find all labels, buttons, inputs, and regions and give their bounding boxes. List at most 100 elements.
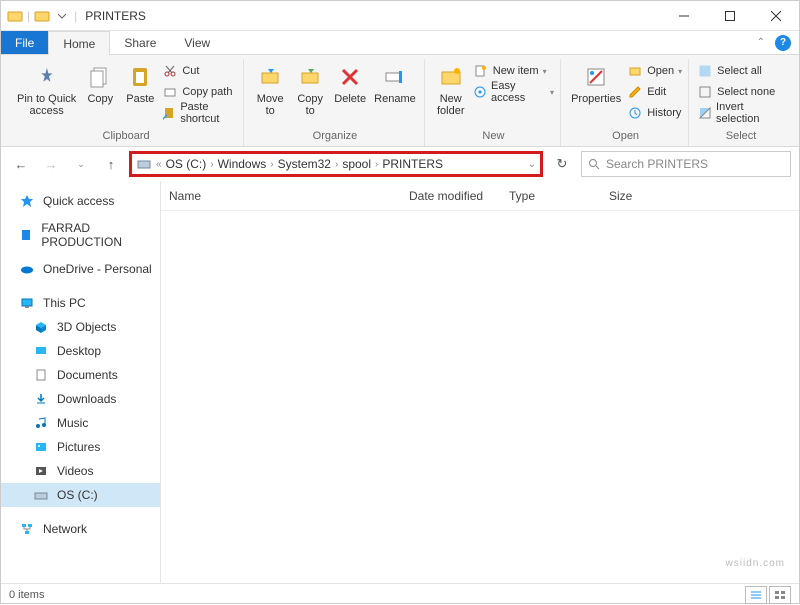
refresh-button[interactable]: ↻ xyxy=(549,151,575,177)
help-icon[interactable]: ? xyxy=(775,35,791,51)
sidebar-quick-access[interactable]: Quick access xyxy=(1,189,160,213)
select-group-label: Select xyxy=(697,128,785,144)
file-list-empty xyxy=(161,211,799,583)
network-label: Network xyxy=(43,522,87,536)
qa-separator-2: | xyxy=(74,9,77,23)
qa-dropdown-icon[interactable] xyxy=(54,8,70,24)
chevron-icon[interactable]: › xyxy=(210,159,213,170)
crumb-0[interactable]: OS (C:) xyxy=(166,157,207,171)
crumb-3[interactable]: spool xyxy=(342,157,371,171)
tab-view[interactable]: View xyxy=(170,31,224,54)
cut-label: Cut xyxy=(182,65,199,77)
chevron-icon[interactable]: › xyxy=(270,159,273,170)
sidebar-documents[interactable]: Documents xyxy=(1,363,160,387)
ribbon-tabs: File Home Share View ⌃ ? xyxy=(1,31,799,55)
forward-button[interactable]: → xyxy=(39,152,63,176)
pin-quick-access-button[interactable]: Pin to Quick access xyxy=(15,61,78,117)
drive-icon xyxy=(136,156,152,172)
col-date[interactable]: Date modified xyxy=(409,189,509,203)
ribbon: Pin to Quick access Copy Paste Cut Copy … xyxy=(1,55,799,147)
crumb-2[interactable]: System32 xyxy=(278,157,331,171)
search-icon xyxy=(588,158,600,170)
sidebar-desktop[interactable]: Desktop xyxy=(1,339,160,363)
sidebar-downloads[interactable]: Downloads xyxy=(1,387,160,411)
building-icon xyxy=(19,227,33,243)
select-all-button[interactable]: Select all xyxy=(697,61,785,81)
address-bar[interactable]: « OS (C:)› Windows› System32› spool› PRI… xyxy=(129,151,543,177)
sidebar-this-pc[interactable]: This PC xyxy=(1,291,160,315)
sidebar-music[interactable]: Music xyxy=(1,411,160,435)
edit-button[interactable]: Edit xyxy=(627,82,682,102)
select-none-button[interactable]: Select none xyxy=(697,82,785,102)
recent-dropdown[interactable]: ⌄ xyxy=(69,152,93,176)
new-folder-button[interactable]: New folder xyxy=(433,61,469,117)
paste-button[interactable]: Paste xyxy=(122,61,158,105)
move-to-button[interactable]: Move to xyxy=(252,61,288,117)
new-item-icon xyxy=(473,63,489,79)
copy-path-button[interactable]: Copy path xyxy=(162,82,237,102)
drive-c-icon xyxy=(33,487,49,503)
sidebar-network[interactable]: Network xyxy=(1,517,160,541)
select-all-label: Select all xyxy=(717,65,762,77)
chevron-icon[interactable]: › xyxy=(335,159,338,170)
back-button[interactable]: ← xyxy=(9,152,33,176)
network-icon xyxy=(19,521,35,537)
sidebar-onedrive[interactable]: OneDrive - Personal xyxy=(1,257,160,281)
history-label: History xyxy=(647,107,681,119)
col-name[interactable]: Name xyxy=(169,189,409,203)
col-size[interactable]: Size xyxy=(609,189,669,203)
qa-separator: | xyxy=(27,9,30,23)
open-button[interactable]: Open ▾ xyxy=(627,61,682,81)
invert-selection-button[interactable]: Invert selection xyxy=(697,103,785,123)
crumb-4[interactable]: PRINTERS xyxy=(382,157,443,171)
cut-button[interactable]: Cut xyxy=(162,61,237,81)
tab-share[interactable]: Share xyxy=(110,31,170,54)
paste-shortcut-icon xyxy=(162,105,176,121)
tab-file[interactable]: File xyxy=(1,31,48,54)
search-box[interactable]: Search PRINTERS xyxy=(581,151,791,177)
col-type[interactable]: Type xyxy=(509,189,609,203)
ribbon-collapse-icon[interactable]: ⌃ xyxy=(757,37,765,48)
sidebar-pictures[interactable]: Pictures xyxy=(1,435,160,459)
view-details-toggle[interactable] xyxy=(745,586,767,604)
organize-label: Organize xyxy=(252,128,418,144)
view-large-toggle[interactable] xyxy=(769,586,791,604)
star-icon xyxy=(19,193,35,209)
paste-shortcut-button[interactable]: Paste shortcut xyxy=(162,103,237,123)
maximize-button[interactable] xyxy=(707,1,753,31)
minimize-button[interactable] xyxy=(661,1,707,31)
close-button[interactable] xyxy=(753,1,799,31)
document-icon xyxy=(33,367,49,383)
delete-button[interactable]: Delete xyxy=(332,61,368,105)
copy-to-button[interactable]: Copy to xyxy=(292,61,328,117)
easy-access-button[interactable]: Easy access ▾ xyxy=(473,82,554,102)
new-item-button[interactable]: New item ▾ xyxy=(473,61,554,81)
address-dropdown-icon[interactable]: ⌄ xyxy=(528,159,536,170)
invert-icon xyxy=(697,105,712,121)
item-count: 0 items xyxy=(9,589,44,601)
sidebar-farrad[interactable]: FARRAD PRODUCTION xyxy=(1,223,160,247)
pc-icon xyxy=(19,295,35,311)
onedrive-label: OneDrive - Personal xyxy=(43,262,152,276)
cloud-icon xyxy=(19,261,35,277)
crumb-1[interactable]: Windows xyxy=(218,157,267,171)
copy-button[interactable]: Copy xyxy=(82,61,118,105)
open-icon xyxy=(627,63,643,79)
up-button[interactable]: ↑ xyxy=(99,152,123,176)
music-icon xyxy=(33,415,49,431)
status-bar: 0 items xyxy=(1,583,799,605)
history-button[interactable]: History xyxy=(627,103,682,123)
sidebar-os-c[interactable]: OS (C:) xyxy=(1,483,160,507)
chevron-icon[interactable]: › xyxy=(375,159,378,170)
select-none-icon xyxy=(697,84,713,100)
sidebar-videos[interactable]: Videos xyxy=(1,459,160,483)
tab-home[interactable]: Home xyxy=(48,31,110,55)
invert-label: Invert selection xyxy=(716,101,785,125)
easy-access-label: Easy access xyxy=(491,80,546,104)
content-pane: Name Date modified Type Size xyxy=(161,181,799,583)
select-all-icon xyxy=(697,63,713,79)
rename-button[interactable]: Rename xyxy=(372,61,418,105)
sidebar-3d-objects[interactable]: 3D Objects xyxy=(1,315,160,339)
properties-button[interactable]: Properties xyxy=(569,61,623,105)
easy-access-icon xyxy=(473,84,487,100)
